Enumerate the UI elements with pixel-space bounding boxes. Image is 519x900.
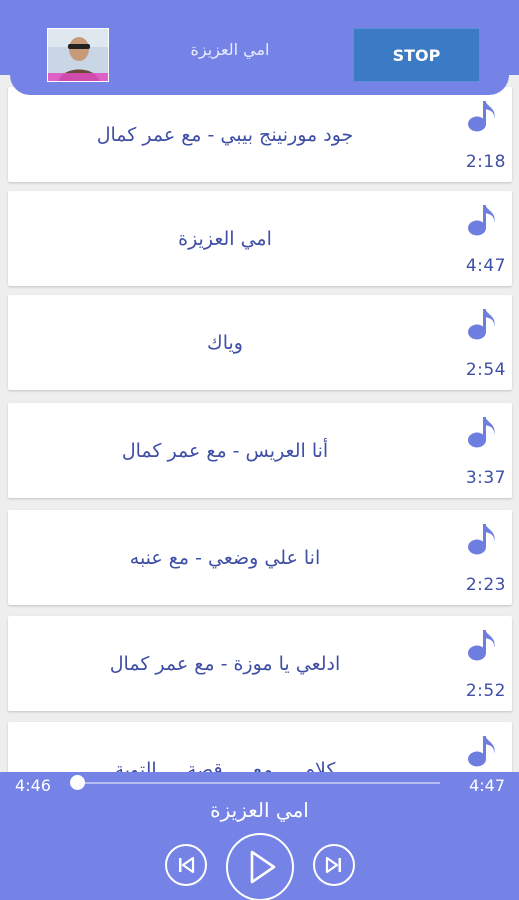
song-item[interactable]: وياك 2:54	[8, 295, 512, 390]
music-note-icon	[468, 205, 495, 236]
song-title: ادلعي يا موزة - مع عمر كمال	[109, 652, 341, 675]
previous-button[interactable]	[165, 844, 207, 886]
song-item[interactable]: امي العزيزة 4:47	[8, 191, 512, 286]
play-icon	[250, 850, 276, 884]
seek-thumb[interactable]	[70, 775, 85, 790]
song-item[interactable]: كلام ... مع ... قصة ... التوبة	[8, 722, 512, 772]
song-duration: 2:52	[465, 681, 506, 701]
music-note-icon	[468, 630, 495, 661]
song-item[interactable]: جود مورنينج بيبي - مع عمر كمال 2:18	[8, 87, 512, 182]
song-title: انا علي وضعي - مع عنبه	[129, 546, 321, 569]
seek-bar[interactable]	[78, 782, 440, 784]
song-title: جود مورنينج بيبي - مع عمر كمال	[96, 123, 354, 146]
current-time: 4:46	[15, 776, 51, 795]
play-button[interactable]	[226, 833, 294, 900]
stop-button[interactable]: STOP	[353, 28, 480, 82]
skip-previous-icon	[179, 856, 195, 874]
album-art	[47, 28, 109, 82]
artist-photo	[48, 29, 108, 81]
next-button[interactable]	[313, 844, 355, 886]
song-duration: 2:54	[465, 360, 506, 380]
song-title: وياك	[207, 331, 243, 354]
song-item[interactable]: أنا العريس - مع عمر كمال 3:37	[8, 403, 512, 498]
song-item[interactable]: ادلعي يا موزة - مع عمر كمال 2:52	[8, 616, 512, 711]
song-item[interactable]: انا علي وضعي - مع عنبه 2:23	[8, 510, 512, 605]
total-time: 4:47	[469, 776, 505, 795]
song-duration: 2:23	[465, 575, 506, 595]
music-note-icon	[468, 736, 495, 767]
now-playing-title: امي العزيزة	[190, 40, 270, 59]
song-duration: 2:18	[465, 152, 506, 172]
music-note-icon	[468, 524, 495, 555]
music-note-icon	[468, 309, 495, 340]
song-duration: 4:47	[465, 256, 506, 276]
player-song-title: امي العزيزة	[210, 798, 309, 822]
music-note-icon	[468, 417, 495, 448]
song-title: كلام ... مع ... قصة ... التوبة	[114, 758, 336, 773]
song-title: أنا العريس - مع عمر كمال	[121, 439, 329, 462]
song-list[interactable]: جود مورنينج بيبي - مع عمر كمال 2:18 امي …	[0, 0, 519, 772]
music-note-icon	[468, 101, 495, 132]
skip-next-icon	[325, 856, 341, 874]
song-title: امي العزيزة	[178, 227, 272, 250]
song-duration: 3:37	[465, 468, 506, 488]
player-bar: 4:46 4:47 امي العزيزة	[0, 772, 519, 900]
